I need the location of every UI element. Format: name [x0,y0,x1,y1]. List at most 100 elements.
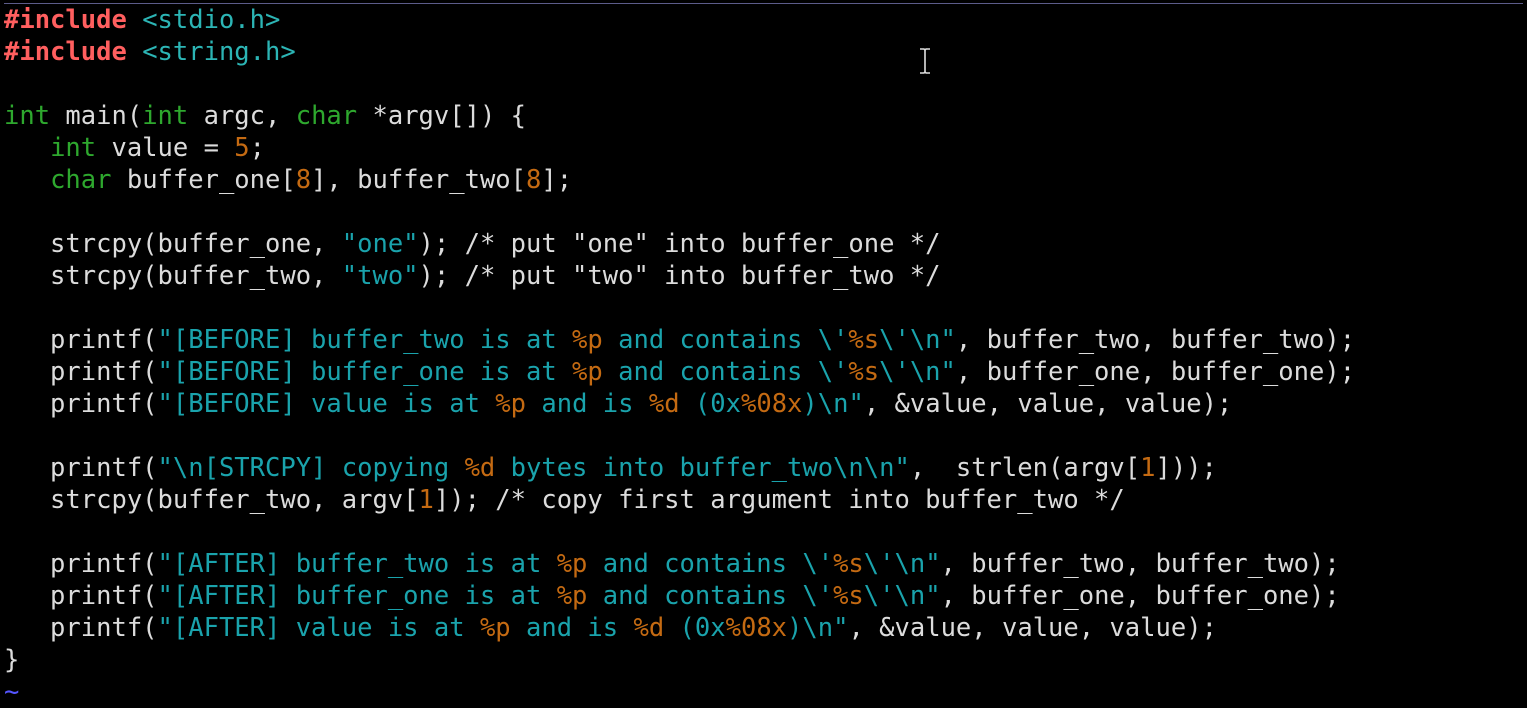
code-token: , &value, value, value); [848,613,1217,643]
string-token: "two" [341,261,419,291]
code-token: strcpy(buffer_two, [4,261,342,291]
code-token: } [4,645,20,675]
code-line[interactable]: printf("[BEFORE] value is at %p and is %… [4,388,1355,420]
string-token: and is [510,613,634,643]
code-editor[interactable]: #include <stdio.h>#include <string.h>​in… [4,3,1523,707]
code-line[interactable]: strcpy(buffer_two, "two"); /* put "two" … [4,260,1355,292]
code-token: ); /* put "two" into buffer_two */ [418,261,941,291]
code-line[interactable]: ​ [4,292,1355,324]
string-token: "[BEFORE] buffer_two is at [157,325,573,355]
code-token: ]); /* copy first argument into buffer_t… [433,485,1125,515]
preprocessor-token: #include [4,5,127,35]
code-line[interactable]: ​ [4,516,1355,548]
string-token: \'\n" [879,325,956,355]
code-line[interactable]: ~ [4,676,1355,708]
string-token: and contains \' [602,357,849,387]
code-line[interactable]: int main(int argc, char *argv[]) { [4,100,1355,132]
code-token: printf( [4,453,158,483]
string-token: "[AFTER] buffer_one is at [157,581,557,611]
code-token: printf( [4,581,158,611]
string-token: "[BEFORE] value is at [157,389,496,419]
format-specifier-token: %p [495,389,527,419]
code-token: strcpy(buffer_one, [4,229,342,259]
string-token: and is [526,389,649,419]
code-token: value = [96,133,235,163]
string-token: )\n" [802,389,864,419]
include-path-token: <stdio.h> [142,5,281,35]
format-specifier-token: %s [833,549,864,579]
format-specifier-token: %p [479,613,511,643]
keyword-token: int [4,101,51,131]
string-token: "one" [341,229,419,259]
code-token: ]; [541,165,573,195]
code-line[interactable]: int value = 5; [4,132,1355,164]
code-token: , buffer_two, buffer_two); [955,325,1356,355]
code-token: main( [50,101,143,131]
number-token: 8 [295,165,312,195]
format-specifier-token: %d [633,613,665,643]
format-specifier-token: %08x [725,613,788,643]
code-line[interactable]: printf("[BEFORE] buffer_one is at %p and… [4,356,1355,388]
include-path-token: <string.h> [142,37,296,67]
code-token: , buffer_two, buffer_two); [940,549,1340,579]
code-line[interactable]: printf("[BEFORE] buffer_two is at %p and… [4,324,1355,356]
code-line[interactable]: strcpy(buffer_one, "one"); /* put "one" … [4,228,1355,260]
number-token: 8 [526,165,542,195]
string-token: "[AFTER] buffer_two is at [157,549,557,579]
string-token: and contains \' [587,581,834,611]
source-code-text[interactable]: #include <stdio.h>#include <string.h>​in… [4,4,1355,708]
string-token: "[AFTER] value is at [157,613,480,643]
code-line[interactable]: strcpy(buffer_two, argv[1]); /* copy fir… [4,484,1355,516]
code-line[interactable]: #include <stdio.h> [4,4,1355,36]
code-line[interactable]: printf("[AFTER] buffer_two is at %p and … [4,548,1355,580]
format-specifier-token: %d [648,389,680,419]
code-line[interactable]: } [4,644,1355,676]
string-token: bytes into buffer_two\n\n" [495,453,910,483]
code-line[interactable]: #include <string.h> [4,36,1355,68]
code-token: , strlen(argv[ [909,453,1141,483]
string-token: )\n" [787,613,849,643]
string-token: "\n[STRCPY] copying [157,453,465,483]
text-cursor-icon [920,48,930,74]
format-specifier-token: %s [833,581,864,611]
code-token: , buffer_one, buffer_one); [940,581,1340,611]
keyword-token: int [50,133,97,163]
number-token: 1 [1140,453,1156,483]
code-token: , buffer_one, buffer_one); [955,357,1356,387]
code-token: ], buffer_two[ [311,165,527,195]
code-line[interactable]: printf("[AFTER] buffer_one is at %p and … [4,580,1355,612]
format-specifier-token: %s [848,325,880,355]
string-token: \'\n" [879,357,956,387]
code-token: ); /* put "one" into buffer_one */ [418,229,941,259]
string-token: and contains \' [602,325,849,355]
string-token: \'\n" [863,549,941,579]
format-specifier-token: %p [572,325,603,355]
code-line[interactable]: ​ [4,68,1355,100]
code-line[interactable]: ​ [4,420,1355,452]
string-token: and contains \' [587,549,834,579]
code-line[interactable]: printf("\n[STRCPY] copying %d bytes into… [4,452,1355,484]
code-token: argc, [188,101,296,131]
keyword-token: int [142,101,189,131]
string-token: "[BEFORE] buffer_one is at [157,357,573,387]
format-specifier-token: %p [556,581,588,611]
code-line[interactable]: ​ [4,196,1355,228]
preprocessor-token: #include [4,37,127,67]
string-token: (0x [679,389,741,419]
code-token: *argv[]) { [357,101,527,131]
format-specifier-token: %p [556,549,588,579]
number-token: 1 [418,485,434,515]
code-token: printf( [4,325,158,355]
code-token: ])); [1155,453,1217,483]
format-specifier-token: %08x [740,389,803,419]
string-token: \'\n" [863,581,941,611]
code-token: printf( [4,549,158,579]
code-token: , &value, value, value); [863,389,1233,419]
keyword-token: char [295,101,358,131]
code-line[interactable]: printf("[AFTER] value is at %p and is %d… [4,612,1355,644]
code-line[interactable]: char buffer_one[8], buffer_two[8]; [4,164,1355,196]
format-specifier-token: %p [572,357,603,387]
